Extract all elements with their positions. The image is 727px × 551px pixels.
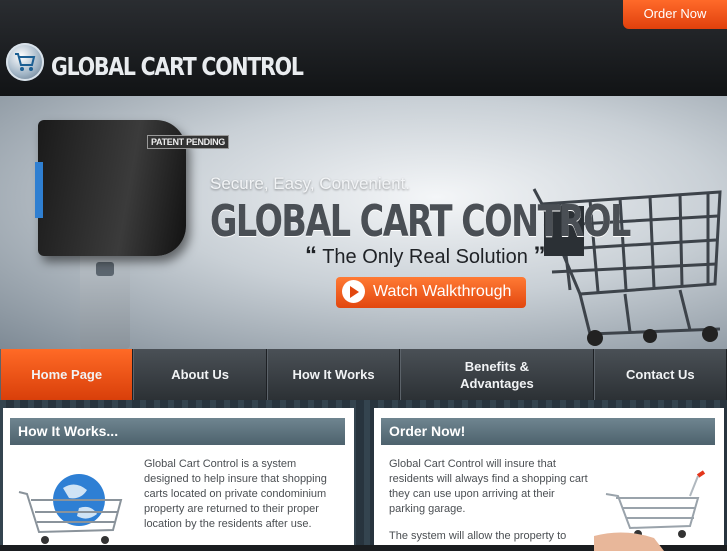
- open-quote: “: [305, 242, 317, 269]
- hero-slogan: “ The Only Real Solution ”: [305, 242, 545, 270]
- slogan-text: The Only Real Solution: [322, 246, 528, 268]
- order-now-text: Global Cart Control will insure that res…: [389, 458, 588, 515]
- site-header: GLOBAL CART CONTROL: [0, 0, 727, 96]
- nav-benefits-advantages[interactable]: Benefits & Advantages: [400, 349, 594, 400]
- content-area: How It Works... Global Cart Control is a…: [0, 400, 727, 551]
- logo-text[interactable]: GLOBAL CART CONTROL: [51, 52, 304, 81]
- patent-badge: PATENT PENDING: [147, 135, 229, 149]
- nav-contact-us[interactable]: Contact Us: [593, 349, 727, 400]
- how-it-works-heading: How It Works...: [10, 418, 345, 445]
- watch-walkthrough-button[interactable]: Watch Walkthrough: [336, 277, 526, 308]
- nav-about-us[interactable]: About Us: [133, 349, 267, 400]
- cart-logo-icon[interactable]: [6, 43, 44, 81]
- play-icon: [342, 280, 365, 303]
- close-quote: ”: [533, 242, 546, 269]
- nav-how-it-works[interactable]: How It Works: [266, 349, 401, 400]
- globe-cart-image: [18, 474, 123, 544]
- order-now-button[interactable]: Order Now: [623, 0, 727, 29]
- watch-walkthrough-label: Watch Walkthrough: [373, 283, 512, 300]
- main-nav: Home Page About Us How It Works Benefits…: [0, 349, 727, 400]
- hero-tagline: Secure, Easy, Convenient.: [210, 174, 411, 193]
- how-it-works-text: Global Cart Control is a system designed…: [144, 458, 327, 530]
- hand-with-cart-image: [594, 470, 706, 551]
- hero-title: GLOBAL CART CONTROL: [210, 196, 631, 247]
- hero-banner: PATENT PENDING Secure, Easy, Convenient.…: [0, 96, 727, 349]
- how-it-works-panel: How It Works... Global Cart Control is a…: [3, 408, 354, 545]
- device-stripe: [35, 162, 43, 218]
- order-now-heading: Order Now!: [381, 418, 715, 445]
- device-mount-slot: [96, 262, 114, 276]
- order-now-text-continued: The system will allow the property to: [389, 530, 567, 542]
- order-now-panel: Order Now! Global Cart Control will insu…: [374, 408, 724, 551]
- nav-home-page[interactable]: Home Page: [0, 349, 134, 400]
